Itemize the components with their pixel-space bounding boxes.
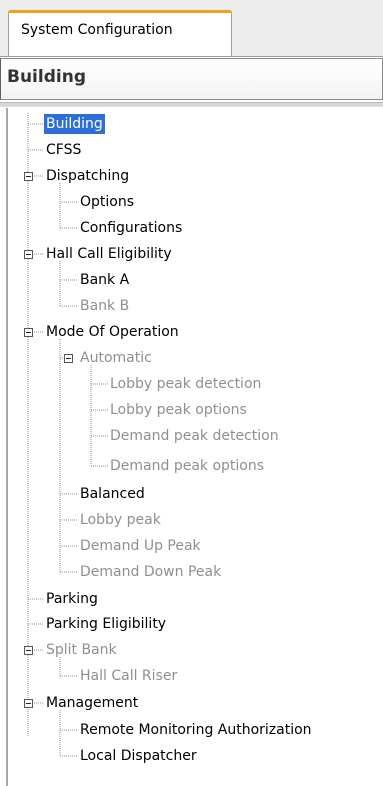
tree-node-automatic[interactable]: Automatic: [80, 348, 152, 368]
tree-node-demand-peak-detection[interactable]: Demand peak detection: [110, 426, 279, 446]
tree-node-hall-call-riser[interactable]: Hall Call Riser: [80, 666, 177, 686]
tab-label: System Configuration: [21, 22, 173, 38]
tree-panel: [6, 108, 383, 786]
tree-node-management[interactable]: Management: [46, 693, 138, 713]
tab-system-configuration[interactable]: System Configuration: [8, 10, 232, 56]
tree-node-local-dispatcher[interactable]: Local Dispatcher: [80, 746, 197, 766]
tree-node-lobby-peak-detection[interactable]: Lobby peak detection: [110, 374, 261, 394]
page-title: Building: [7, 67, 86, 87]
tree-node-bank-a[interactable]: Bank A: [80, 270, 129, 290]
tab-strip: System Configuration: [0, 0, 383, 57]
splitter[interactable]: [0, 102, 383, 107]
tree-node-cfss[interactable]: CFSS: [46, 140, 81, 160]
tree-node-configurations[interactable]: Configurations: [80, 218, 182, 238]
tree-node-demand-down-peak[interactable]: Demand Down Peak: [80, 562, 221, 582]
collapse-toggle-icon[interactable]: [24, 250, 33, 259]
header-panel: Building: [0, 58, 383, 100]
tree-node-building[interactable]: Building: [44, 114, 105, 134]
tree-node-split-bank[interactable]: Split Bank: [46, 640, 117, 660]
tree-node-remote-monitoring-authorization[interactable]: Remote Monitoring Authorization: [80, 720, 312, 740]
tree-node-demand-peak-options[interactable]: Demand peak options: [110, 456, 264, 476]
tree-node-demand-up-peak[interactable]: Demand Up Peak: [80, 536, 201, 556]
tree-node-balanced[interactable]: Balanced: [80, 484, 145, 504]
collapse-toggle-icon[interactable]: [24, 699, 33, 708]
collapse-toggle-icon[interactable]: [24, 172, 33, 181]
tree-node-parking[interactable]: Parking: [46, 589, 98, 609]
collapse-toggle-icon[interactable]: [24, 646, 33, 655]
tree-node-lobby-peak[interactable]: Lobby peak: [80, 510, 161, 530]
tree-node-bank-b[interactable]: Bank B: [80, 296, 129, 316]
tree-node-hall-call-eligibility[interactable]: Hall Call Eligibility: [46, 244, 172, 264]
tree-node-mode-of-operation[interactable]: Mode Of Operation: [46, 322, 179, 342]
tree-node-parking-eligibility[interactable]: Parking Eligibility: [46, 614, 166, 634]
tree-node-options[interactable]: Options: [80, 192, 134, 212]
collapse-toggle-icon[interactable]: [24, 328, 33, 337]
tree-node-dispatching[interactable]: Dispatching: [46, 166, 129, 186]
tree-node-lobby-peak-options[interactable]: Lobby peak options: [110, 400, 247, 420]
collapse-toggle-icon[interactable]: [64, 354, 73, 363]
